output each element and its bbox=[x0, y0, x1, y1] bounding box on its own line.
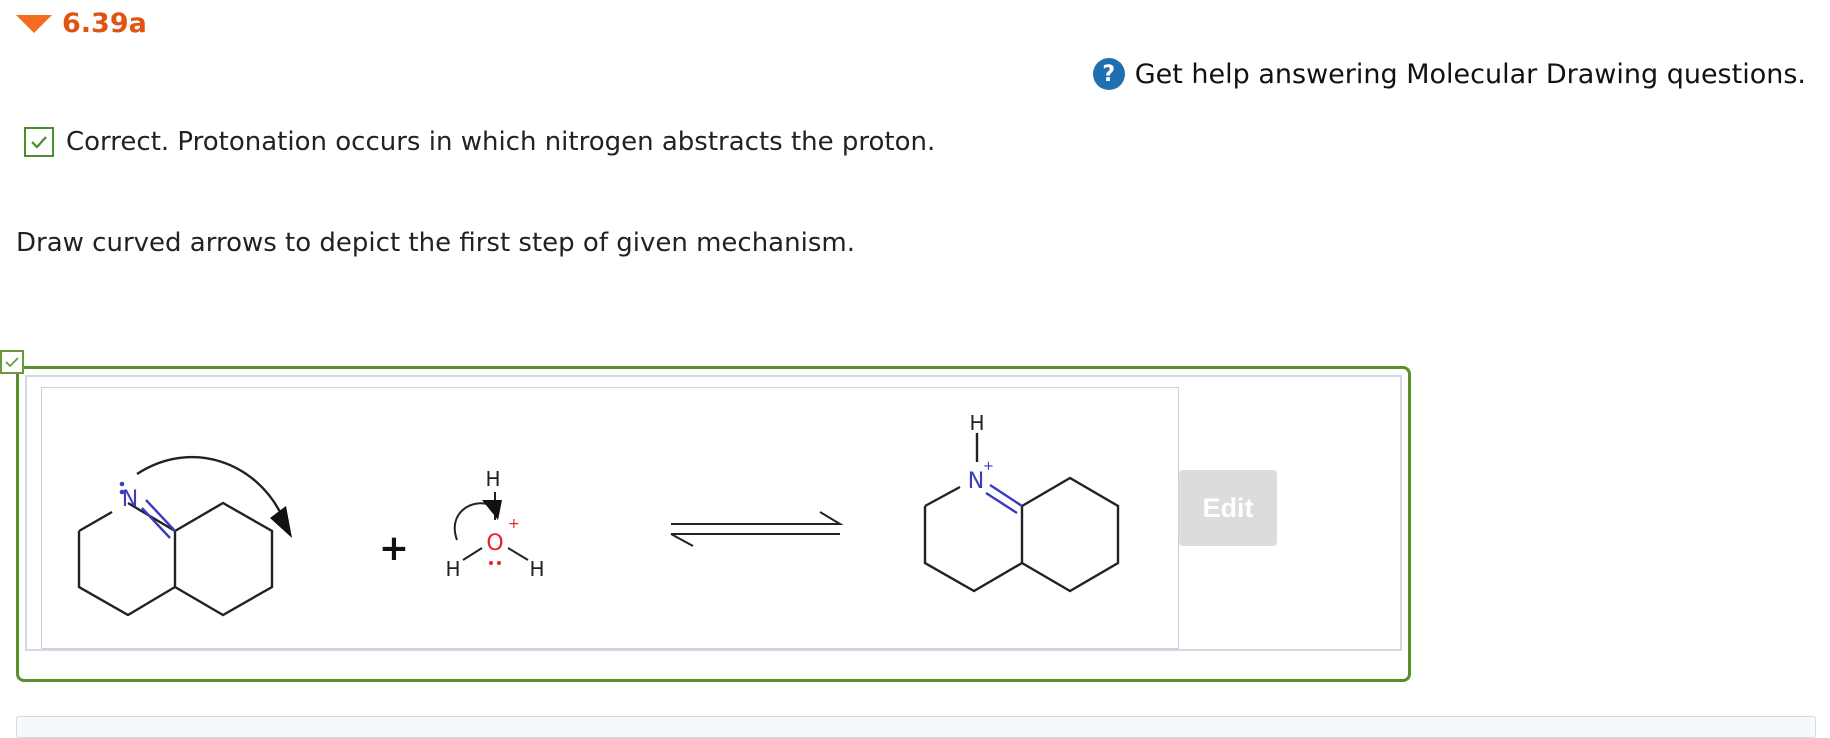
help-icon[interactable]: ? bbox=[1092, 58, 1125, 90]
hydronium-arrow-head-icon bbox=[482, 500, 502, 520]
equilibrium-arrow-icon bbox=[670, 511, 844, 547]
feedback-message: Correct. Protonation occurs in which nit… bbox=[24, 127, 935, 157]
product-nitrogen-label: N bbox=[968, 469, 984, 494]
reactant1-molecule bbox=[77, 456, 284, 617]
edit-button[interactable]: Edit bbox=[1179, 470, 1277, 546]
h-right-label: H bbox=[529, 557, 544, 581]
h-left-label: H bbox=[445, 557, 460, 581]
h-top-label: H bbox=[485, 467, 500, 491]
plus-sign: + bbox=[379, 528, 409, 569]
help-text[interactable]: Get help answering Molecular Drawing que… bbox=[1135, 59, 1806, 90]
molecule-drawing-canvas[interactable]: N + H O + H H H N + bbox=[41, 387, 1179, 649]
curved-arrow-head-icon bbox=[270, 506, 292, 538]
question-prompt: Draw curved arrows to depict the first s… bbox=[16, 228, 855, 258]
product-charge: + bbox=[983, 459, 994, 474]
next-section-strip bbox=[16, 716, 1816, 738]
help-link[interactable]: ? Get help answering Molecular Drawing q… bbox=[1092, 58, 1806, 90]
answer-correct-check-icon bbox=[0, 350, 24, 374]
product-molecule bbox=[923, 433, 1120, 593]
product-h-label: H bbox=[969, 411, 984, 435]
question-header[interactable]: 6.39a bbox=[16, 8, 147, 39]
oxygen-label: O bbox=[486, 531, 503, 556]
oxygen-charge: + bbox=[508, 516, 520, 532]
reactant1-nitrogen-label: N bbox=[122, 487, 138, 512]
collapse-triangle-icon[interactable] bbox=[16, 14, 52, 33]
correct-check-icon bbox=[24, 127, 54, 157]
feedback-text: Correct. Protonation occurs in which nit… bbox=[66, 127, 936, 157]
question-title: 6.39a bbox=[62, 8, 147, 39]
